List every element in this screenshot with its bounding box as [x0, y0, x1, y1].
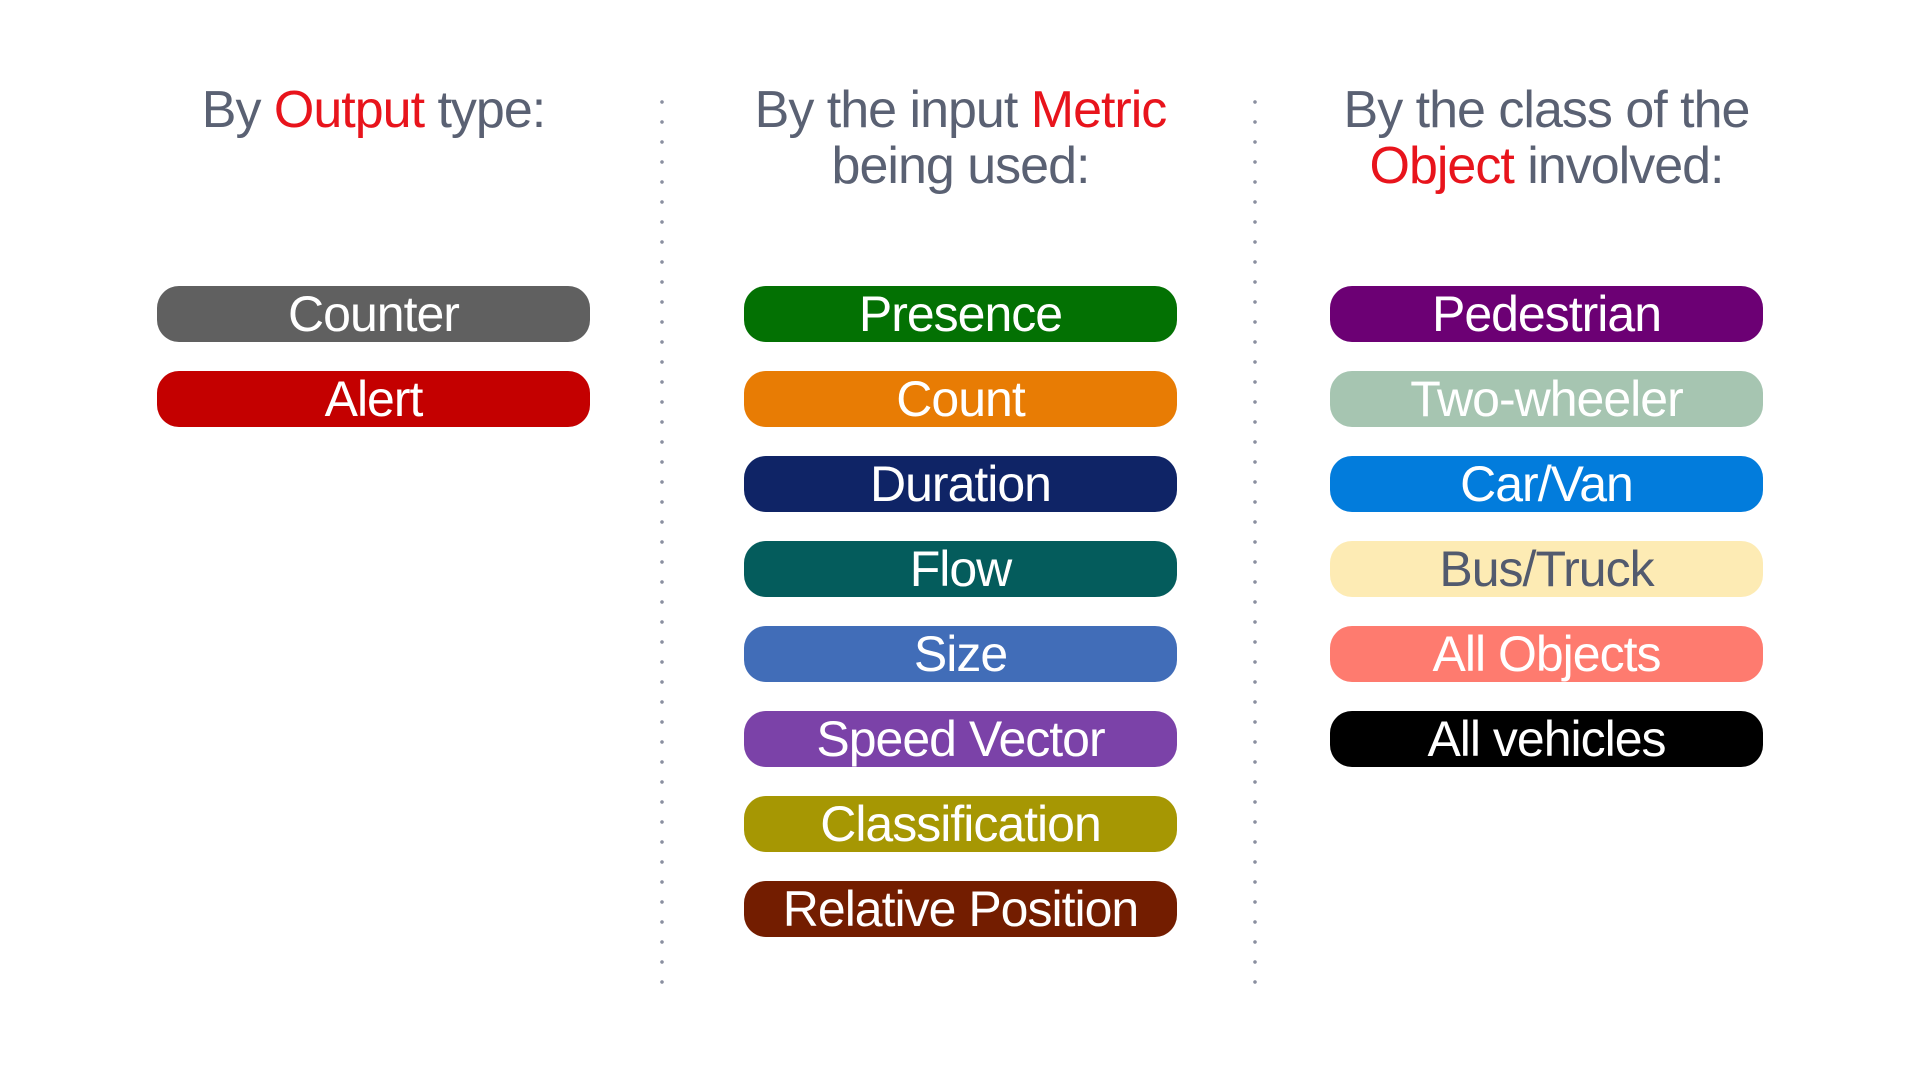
heading-line-2: being used:: [704, 138, 1217, 194]
heading-text: By: [201, 81, 274, 139]
dotted-divider: [1253, 92, 1257, 990]
category-pill-count: Count: [744, 371, 1177, 427]
category-pill-size: Size: [744, 626, 1177, 682]
object-class-list: Pedestrian Two-wheeler Car/Van Bus/Truck All…: [1330, 286, 1763, 796]
category-pill-duration: Duration: [744, 456, 1177, 512]
category-pill-relative-position: Relative Position: [744, 881, 1177, 937]
heading-accent-word: Object: [1369, 137, 1515, 195]
category-pill-all-objects: All Objects: [1330, 626, 1763, 682]
heading-line-1: By the class of the: [1290, 82, 1803, 138]
heading-line-1: By the input Metric: [704, 82, 1217, 138]
category-pill-presence: Presence: [744, 286, 1177, 342]
category-pill-flow: Flow: [744, 541, 1177, 597]
heading-text: involved:: [1513, 137, 1724, 195]
heading-input-metric: By the input Metric being used:: [704, 82, 1217, 194]
heading-text: By the class of the: [1343, 81, 1751, 139]
heading-object-class: By the class of the Object involved:: [1290, 82, 1803, 194]
heading-accent-word: Output: [273, 81, 425, 139]
category-pill-car-van: Car/Van: [1330, 456, 1763, 512]
output-type-list: Counter Alert: [157, 286, 590, 456]
heading-text: By the input: [754, 81, 1031, 139]
category-pill-pedestrian: Pedestrian: [1330, 286, 1763, 342]
category-pill-classification: Classification: [744, 796, 1177, 852]
dotted-divider: [660, 92, 664, 990]
input-metric-list: Presence Count Duration Flow Size Speed Vecto…: [744, 286, 1177, 966]
heading-text: type:: [424, 81, 546, 139]
heading-text: being used:: [831, 137, 1091, 195]
category-pill-two-wheeler: Two-wheeler: [1330, 371, 1763, 427]
category-pill-all-vehicles: All vehicles: [1330, 711, 1763, 767]
category-pill-counter: Counter: [157, 286, 590, 342]
category-pill-bus-truck: Bus/Truck: [1330, 541, 1763, 597]
heading-accent-word: Metric: [1030, 81, 1168, 139]
heading-line-2: Object involved:: [1290, 138, 1803, 194]
heading-line-1: By Output type:: [117, 82, 630, 138]
heading-output-type: By Output type:: [117, 82, 630, 138]
category-pill-speed-vector: Speed Vector: [744, 711, 1177, 767]
category-pill-alert: Alert: [157, 371, 590, 427]
